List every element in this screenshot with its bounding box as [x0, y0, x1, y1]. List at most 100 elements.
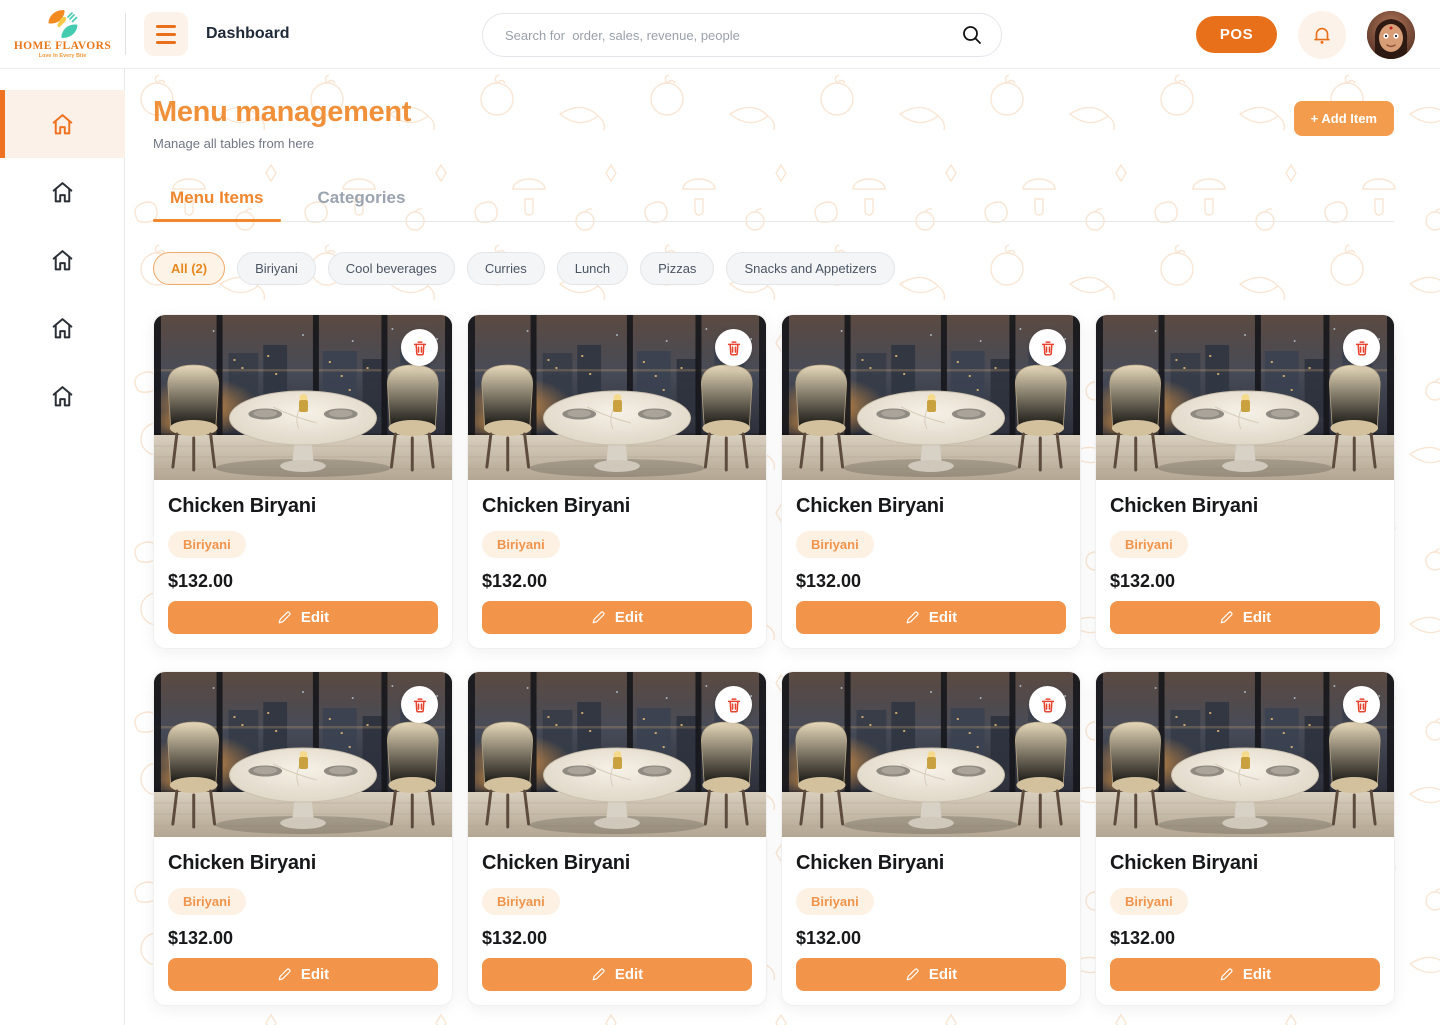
edit-label: Edit: [929, 609, 957, 626]
delete-item-button[interactable]: [1343, 686, 1380, 723]
menu-item-card: Chicken Biryani Biriyani $132.00 Edit: [153, 671, 453, 1006]
menu-item-photo: [154, 672, 452, 837]
filter-chip-pizzas[interactable]: Pizzas: [640, 252, 714, 285]
add-item-button[interactable]: + Add Item: [1294, 101, 1394, 136]
sidebar-item-1[interactable]: [0, 90, 125, 158]
category-badge: Biriyani: [482, 888, 560, 915]
app-header: HOME FLAVORS Love In Every Bite Dashboar…: [0, 0, 1440, 69]
menu-toggle-button[interactable]: [144, 12, 188, 56]
menu-item-title: Chicken Biryani: [796, 495, 1066, 518]
menu-item-title: Chicken Biryani: [168, 852, 438, 875]
pencil-icon: [1219, 967, 1234, 982]
menu-item-price: $132.00: [168, 928, 438, 949]
trash-icon: [1353, 339, 1371, 357]
menu-item-details: Chicken Biryani Biriyani $132.00 Edit: [782, 837, 1080, 1005]
delete-item-button[interactable]: [715, 329, 752, 366]
home-icon: [50, 112, 75, 137]
filter-chip-snacks[interactable]: Snacks and Appetizers: [726, 252, 894, 285]
delete-item-button[interactable]: [1029, 329, 1066, 366]
menu-item-photo: [782, 672, 1080, 837]
sidebar-item-5[interactable]: [0, 362, 125, 430]
sidebar-item-4[interactable]: [0, 294, 125, 362]
edit-item-button[interactable]: Edit: [168, 958, 438, 991]
avatar-image: [1367, 11, 1415, 59]
search-input[interactable]: [505, 28, 961, 43]
tab-bar: Menu Items Categories: [153, 178, 1394, 222]
sidebar-item-2[interactable]: [0, 158, 125, 226]
home-icon: [50, 180, 75, 205]
menu-item-title: Chicken Biryani: [168, 495, 438, 518]
menu-item-price: $132.00: [168, 571, 438, 592]
pos-button[interactable]: POS: [1196, 16, 1277, 53]
tab-menu-items[interactable]: Menu Items: [153, 178, 281, 221]
pencil-icon: [277, 610, 292, 625]
menu-item-photo: [1096, 315, 1394, 480]
filter-chip-all[interactable]: All (2): [153, 252, 225, 285]
header-actions: POS: [1196, 0, 1415, 69]
menu-item-details: Chicken Biryani Biriyani $132.00 Edit: [468, 480, 766, 648]
pencil-icon: [1219, 610, 1234, 625]
filter-chip-curries[interactable]: Curries: [467, 252, 545, 285]
edit-item-button[interactable]: Edit: [1110, 601, 1380, 634]
home-icon: [50, 384, 75, 409]
notifications-button[interactable]: [1298, 11, 1346, 59]
trash-icon: [411, 696, 429, 714]
delete-item-button[interactable]: [401, 329, 438, 366]
brand-logo[interactable]: HOME FLAVORS Love In Every Bite: [0, 9, 125, 59]
filter-chip-lunch[interactable]: Lunch: [557, 252, 628, 285]
edit-item-button[interactable]: Edit: [482, 958, 752, 991]
sidebar-item-3[interactable]: [0, 226, 125, 294]
home-icon: [50, 248, 75, 273]
sidebar-nav: [0, 69, 125, 1025]
menu-item-price: $132.00: [1110, 928, 1380, 949]
edit-item-button[interactable]: Edit: [796, 958, 1066, 991]
user-avatar[interactable]: [1367, 11, 1415, 59]
menu-item-photo: [468, 315, 766, 480]
hamburger-icon: [156, 25, 176, 28]
trash-icon: [1039, 696, 1057, 714]
filter-chip-cool-beverages[interactable]: Cool beverages: [328, 252, 455, 285]
menu-item-card: Chicken Biryani Biriyani $132.00 Edit: [781, 671, 1081, 1006]
delete-item-button[interactable]: [715, 686, 752, 723]
tab-categories[interactable]: Categories: [301, 178, 423, 221]
menu-item-price: $132.00: [1110, 571, 1380, 592]
menu-item-details: Chicken Biryani Biriyani $132.00 Edit: [154, 837, 452, 1005]
search-icon[interactable]: [961, 24, 983, 46]
menu-item-card: Chicken Biryani Biriyani $132.00 Edit: [781, 314, 1081, 649]
delete-item-button[interactable]: [401, 686, 438, 723]
edit-item-button[interactable]: Edit: [796, 601, 1066, 634]
home-icon: [50, 316, 75, 341]
menu-item-title: Chicken Biryani: [482, 852, 752, 875]
category-badge: Biriyani: [168, 531, 246, 558]
edit-item-button[interactable]: Edit: [168, 601, 438, 634]
trash-icon: [725, 696, 743, 714]
menu-item-photo: [782, 315, 1080, 480]
search-bar[interactable]: [482, 13, 1002, 57]
trash-icon: [1039, 339, 1057, 357]
menu-item-photo: [1096, 672, 1394, 837]
page-title: Menu management: [153, 96, 411, 129]
edit-item-button[interactable]: Edit: [482, 601, 752, 634]
edit-item-button[interactable]: Edit: [1110, 958, 1380, 991]
logo-title: HOME FLAVORS: [14, 40, 111, 52]
menu-item-photo: [154, 315, 452, 480]
bell-icon: [1311, 24, 1333, 46]
edit-label: Edit: [615, 966, 643, 983]
edit-label: Edit: [929, 966, 957, 983]
menu-item-details: Chicken Biryani Biriyani $132.00 Edit: [782, 480, 1080, 648]
menu-item-title: Chicken Biryani: [796, 852, 1066, 875]
category-badge: Biriyani: [482, 531, 560, 558]
menu-item-details: Chicken Biryani Biriyani $132.00 Edit: [1096, 837, 1394, 1005]
page-label: Dashboard: [206, 25, 290, 43]
menu-grid: Chicken Biryani Biriyani $132.00 Edit: [153, 314, 1394, 1006]
delete-item-button[interactable]: [1029, 686, 1066, 723]
edit-label: Edit: [1243, 966, 1271, 983]
category-filter-bar: All (2) Biriyani Cool beverages Curries …: [153, 252, 1394, 285]
menu-item-photo: [468, 672, 766, 837]
edit-label: Edit: [615, 609, 643, 626]
filter-chip-biriyani[interactable]: Biriyani: [237, 252, 316, 285]
category-badge: Biriyani: [1110, 888, 1188, 915]
content: Menu management Manage all tables from h…: [125, 69, 1440, 1006]
delete-item-button[interactable]: [1343, 329, 1380, 366]
menu-item-price: $132.00: [482, 928, 752, 949]
